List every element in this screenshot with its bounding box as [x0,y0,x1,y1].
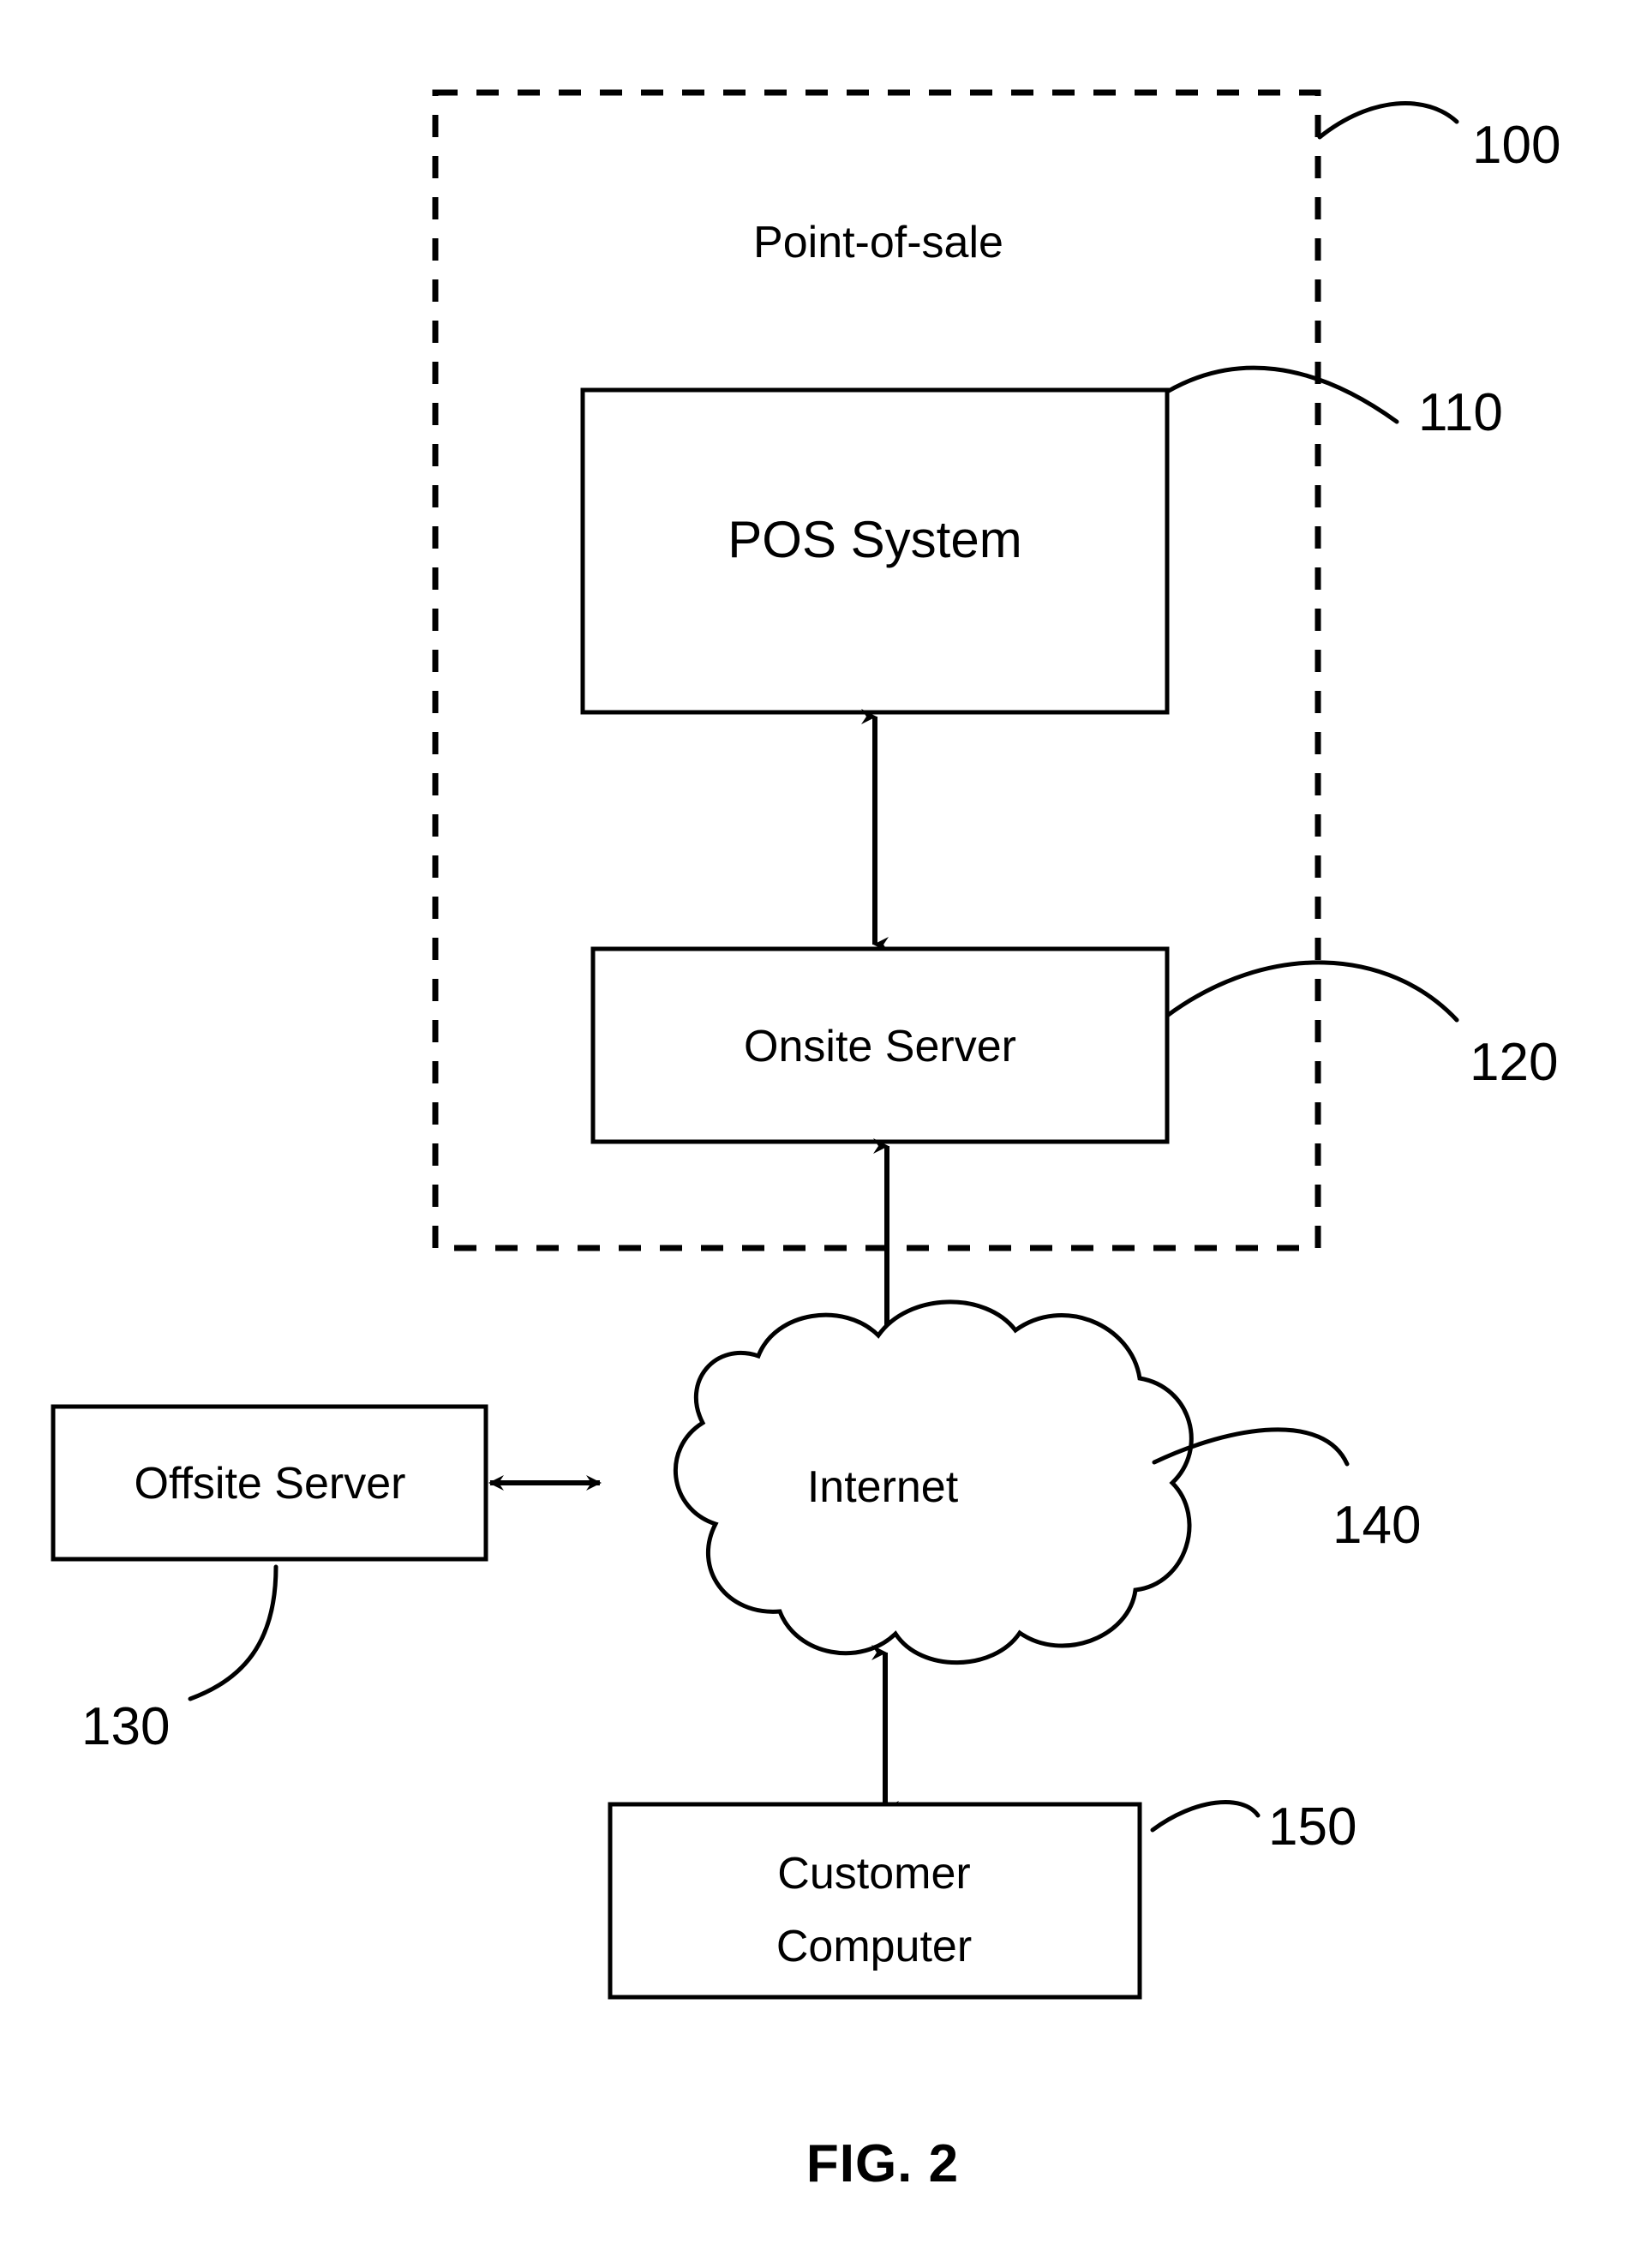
ref-numeral-140: 140 [1333,1496,1421,1555]
point-of-sale-label: Point-of-sale [753,218,1003,267]
node-onsite-server-label: Onsite Server [744,1022,1016,1071]
ref-numeral-100: 100 [1472,116,1560,175]
ref-numeral-110: 110 [1418,383,1503,442]
figure-caption: FIG. 2 [806,2134,959,2193]
ref-numeral-120: 120 [1470,1033,1558,1092]
node-pos-system-label: POS System [728,511,1021,568]
node-internet-label: Internet [807,1462,959,1512]
leader-line-100 [1317,101,1459,140]
ref-numeral-130: 130 [81,1697,170,1756]
leader-line-150 [1150,1800,1261,1833]
leader-line-110 [1165,365,1399,424]
leader-line-120 [1165,960,1459,1023]
leader-line-130 [188,1564,278,1701]
patent-figure: Point-of-sale 100 POS System 110 Onsite … [0,0,1629,2268]
node-customer-computer-label-line1: Customer [777,1849,970,1899]
node-customer-computer-label-line2: Computer [776,1922,972,1971]
ref-numeral-150: 150 [1268,1797,1357,1857]
diagram-canvas: Point-of-sale 100 POS System 110 Onsite … [51,89,1560,2193]
node-offsite-server-label: Offsite Server [135,1459,406,1509]
